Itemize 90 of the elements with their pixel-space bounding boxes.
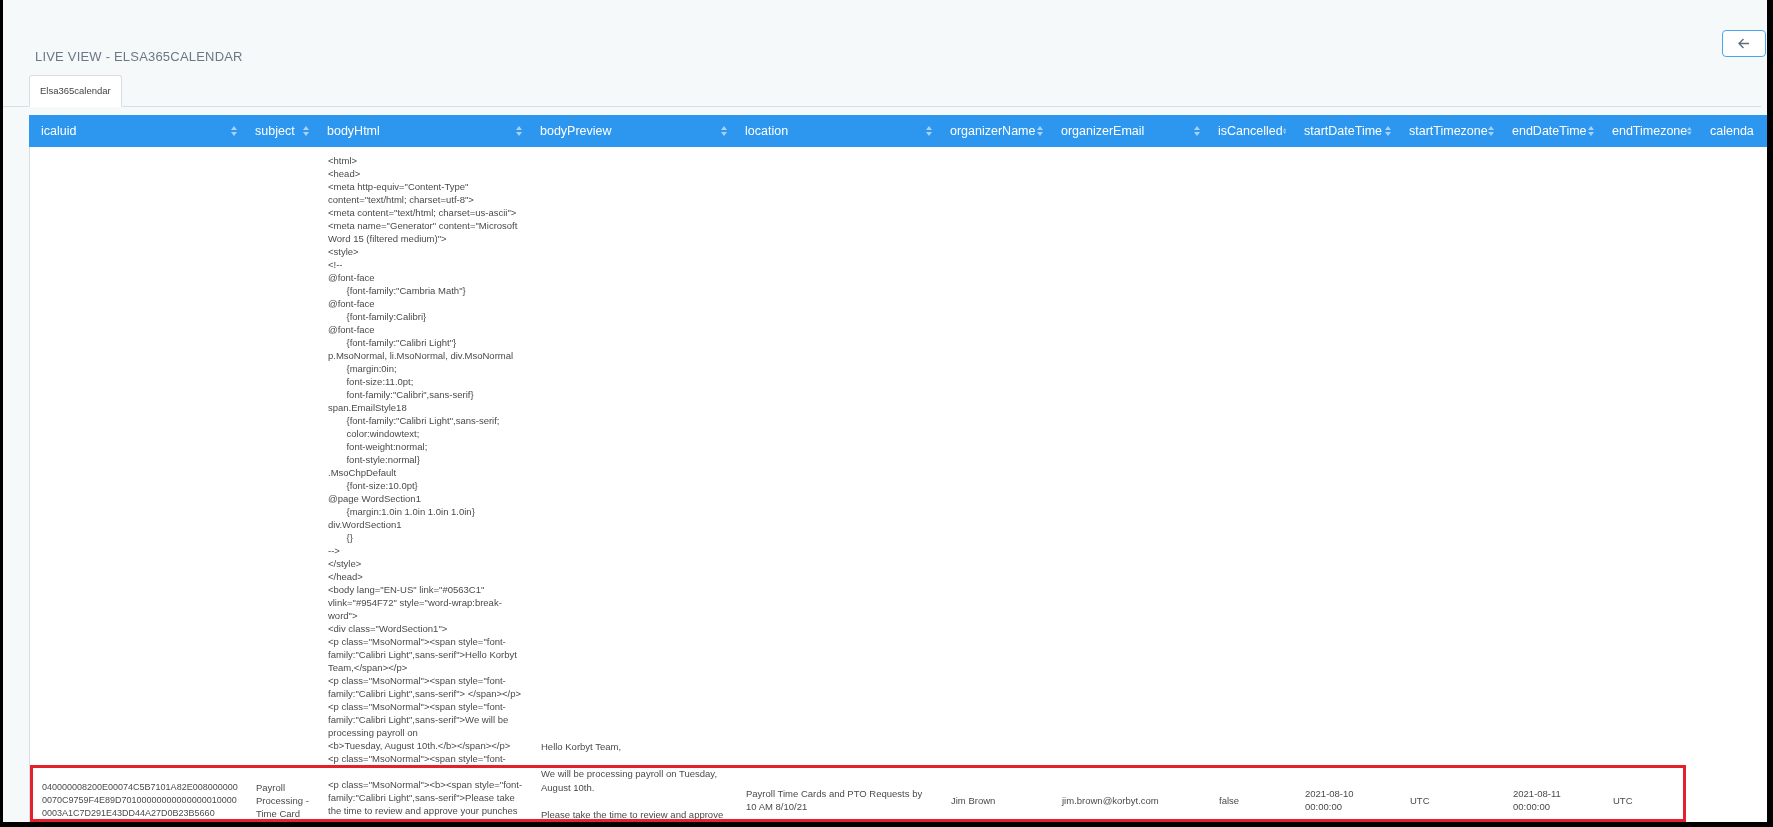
sort-icon[interactable] <box>1687 126 1692 136</box>
sort-icon[interactable] <box>1194 126 1200 136</box>
table-cell-text: Hello Korbyt Team, We will be processing payroll on Tuesday, August 10th. Please take the time to review and approve <box>540 740 725 822</box>
code-line: Team,</span></p> <box>328 661 409 674</box>
column-header[interactable]: endTimezone <box>1612 124 1688 138</box>
code-line: <div class="WordSection1"> <box>328 622 449 635</box>
code-line: div.WordSection1 <box>328 518 403 531</box>
code-line: vlink="#954F72" style="word-wrap:break- <box>328 596 503 609</box>
code-line: word"> <box>328 609 359 622</box>
column-header[interactable]: bodyPreview <box>540 124 612 138</box>
code-line: <html> <box>328 154 359 167</box>
code-line: <!-- <box>328 258 344 271</box>
tab[interactable]: Elsa365calendar <box>29 75 122 107</box>
code-line: --> <box>328 544 341 557</box>
code-line: {font-family:"Calibri Light",sans-serif; <box>345 414 501 427</box>
column-header[interactable]: icaluid <box>41 124 77 138</box>
code-line: {font-family:Calibri} <box>345 310 428 323</box>
code-line: </head> <box>328 570 364 583</box>
code-line: {font-size:10.0pt} <box>345 479 419 492</box>
code-line: @font-face <box>328 297 376 310</box>
sort-icon[interactable] <box>721 126 727 136</box>
code-line: {font-family:"Calibri Light"} <box>345 336 458 349</box>
table-cell-text: Payroll Time Cards and PTO Requests by 10 AM 8/10/21 <box>745 787 924 814</box>
code-line: font-size:11.0pt; <box>345 375 415 388</box>
table-cell-text: Jim Brown <box>950 793 997 808</box>
code-line: <meta name="Generator" content="Microsoft <box>328 219 519 232</box>
code-line: <meta http-equiv="Content-Type" <box>328 180 470 193</box>
code-line: @font-face <box>328 271 376 284</box>
sort-icon[interactable] <box>516 126 522 136</box>
code-line: {font-family:"Cambria Math"} <box>345 284 467 297</box>
code-line: font-weight:normal; <box>345 440 429 453</box>
code-line: .MsoChpDefault <box>328 466 398 479</box>
code-line: @page WordSection1 <box>328 492 422 505</box>
code-line: Word 15 (filtered medium)"> <box>328 232 448 245</box>
column-header[interactable]: subject <box>255 124 295 138</box>
code-line: <head> <box>328 167 362 180</box>
code-line: <body lang="EN-US" link="#0563C1" <box>328 583 486 596</box>
sort-icon[interactable] <box>1037 126 1043 136</box>
sort-icon[interactable] <box>1282 126 1286 136</box>
code-line: </style> <box>328 557 363 570</box>
table-cell-text: UTC <box>1409 793 1431 808</box>
table-cell-text: false <box>1218 793 1241 808</box>
code-line: content="text/html; charset=utf-8"> <box>328 193 475 206</box>
code-line: {margin:1.0in 1.0in 1.0in 1.0in} <box>345 505 476 518</box>
code-line: processing payroll on <box>328 726 419 739</box>
code-line: @font-face <box>328 323 376 336</box>
code-line: {} <box>345 531 354 544</box>
sort-icon[interactable] <box>1588 126 1594 136</box>
code-line: family:"Calibri Light",sans-serif">Please take <box>328 791 516 804</box>
code-line: family:"Calibri Light",sans-serif"> </span></p> <box>328 687 523 700</box>
sort-icon[interactable] <box>1488 126 1494 136</box>
code-line: <p class="MsoNormal"><span style="font- <box>328 700 507 713</box>
column-header[interactable]: organizerEmail <box>1061 124 1145 138</box>
table-cell-text: 040000008200E00074C5B7101A82E0080000000070C9759F4E89D701000000000000000100000003A1C7D291E43DD44A27D0B23B5660 <box>41 780 239 820</box>
code-line: family:"Calibri Light",sans-serif">We will be <box>328 713 510 726</box>
table-cell-text: jim.brown@korbyt.com <box>1060 793 1160 808</box>
code-line: <b>Tuesday, August 10th.</b></span></p> <box>328 739 512 752</box>
back-button[interactable] <box>1722 30 1766 57</box>
code-line: p.MsoNormal, li.MsoNormal, div.MsoNormal <box>328 349 515 362</box>
code-line: <p class="MsoNormal"><b><span style="font- <box>328 778 523 791</box>
column-header[interactable]: calenda <box>1710 124 1754 138</box>
code-line: font-family:"Calibri",sans-serif} <box>345 388 475 401</box>
code-line: <p class="MsoNormal"><span style="font- <box>328 635 507 648</box>
sort-icon[interactable] <box>926 126 932 136</box>
arrow-left-icon <box>1738 38 1750 49</box>
column-header[interactable]: startDateTime <box>1304 124 1383 138</box>
sort-icon[interactable] <box>1385 126 1391 136</box>
column-header[interactable]: bodyHtml <box>327 124 380 138</box>
code-line: the time to review and approve your punches <box>328 804 519 817</box>
code-line: color:windowtext; <box>345 427 421 440</box>
code-line: span.EmailStyle18 <box>328 401 408 414</box>
code-line: {margin:0in; <box>345 362 398 375</box>
code-line: family:"Calibri Light",sans-serif">Hello Korbyt <box>328 648 518 661</box>
table-cell-text: 2021-08-10 00:00:00 <box>1304 787 1355 814</box>
sort-icon[interactable] <box>303 126 309 136</box>
code-line: <meta content="text/html; charset=us-ascii"> <box>328 206 518 219</box>
code-line: <style> <box>328 245 360 258</box>
table-cell-text: 2021-08-11 00:00:00 <box>1512 787 1562 814</box>
table-cell-text: UTC <box>1612 793 1634 808</box>
column-header[interactable]: isCancelled <box>1218 124 1283 138</box>
table-cell-text: Payroll Processing - Time Card <box>255 780 310 821</box>
page-title: LIVE VIEW - ELSA365CALENDAR <box>35 49 243 64</box>
column-header[interactable]: organizerName <box>950 124 1036 138</box>
column-header[interactable]: startTimezone <box>1409 124 1488 138</box>
code-line: <p class="MsoNormal"><span style="font- <box>328 674 507 687</box>
code-line: font-style:normal} <box>345 453 421 466</box>
column-header[interactable]: endDateTime <box>1512 124 1587 138</box>
code-line: <p class="MsoNormal"><span style="font- <box>328 752 507 765</box>
column-header[interactable]: location <box>745 124 789 138</box>
sort-icon[interactable] <box>231 126 237 136</box>
